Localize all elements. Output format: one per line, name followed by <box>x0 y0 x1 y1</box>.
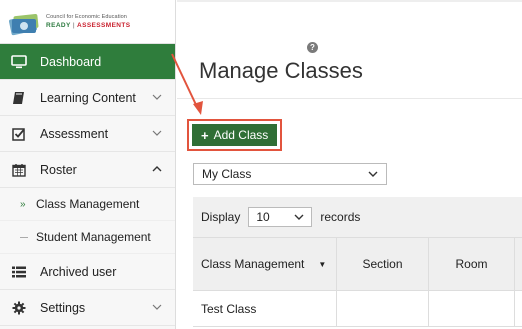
chevron-down-icon[interactable] <box>147 302 167 313</box>
sidebar-item-roster[interactable]: Roster <box>0 152 175 188</box>
page-length-value: 10 <box>256 210 270 224</box>
class-filter-value: My Class <box>202 167 252 181</box>
title-divider <box>177 98 522 99</box>
chevron-up-icon[interactable] <box>147 164 167 175</box>
calendar-icon <box>10 162 28 178</box>
add-class-highlight: + Add Class <box>187 119 283 151</box>
sidebar-item-assessment[interactable]: Assessment <box>0 116 175 152</box>
active-marker-icon: » <box>20 198 26 210</box>
column-header-room[interactable]: Room <box>429 238 515 290</box>
plus-icon: + <box>201 127 209 143</box>
class-filter-select[interactable]: My Class <box>193 163 387 185</box>
checkbox-icon <box>10 126 28 142</box>
table-length-control: Display 10 records <box>193 197 522 237</box>
book-icon <box>10 90 28 106</box>
sidebar-subitem-class-management[interactable]: » Class Management <box>0 188 175 221</box>
sidebar: Council for Economic Education READY | ASS… <box>0 0 176 329</box>
sidebar-item-label: Assessment <box>40 126 109 141</box>
sidebar-item-dashboard[interactable]: Dashboard <box>0 44 175 80</box>
page-length-select[interactable]: 10 <box>248 207 313 227</box>
sidebar-item-archived-user[interactable]: Archived user <box>0 254 175 290</box>
gear-icon <box>10 300 28 316</box>
page-title: Manage Classes <box>199 58 363 83</box>
display-label: Display <box>201 210 241 224</box>
list-icon <box>10 264 28 280</box>
sidebar-item-label: Roster <box>40 162 77 177</box>
add-class-button[interactable]: + Add Class <box>192 124 278 146</box>
sidebar-subitem-label: Student Management <box>36 230 151 244</box>
class-table: Display 10 records Class Management ▼ Se… <box>193 197 522 329</box>
sidebar-item-label: Archived user <box>40 264 117 279</box>
column-header-class-management[interactable]: Class Management ▼ <box>193 238 337 290</box>
cell-room <box>429 291 515 326</box>
sidebar-item-settings[interactable]: Settings <box>0 290 175 326</box>
sidebar-item-label: Dashboard <box>40 54 102 69</box>
cell-class-name: Test Class <box>193 291 337 326</box>
sidebar-item-learning-content[interactable]: Learning Content <box>0 80 175 116</box>
brand-logo[interactable]: Council for Economic Education READY | ASS… <box>0 0 175 44</box>
monitor-icon <box>10 54 28 70</box>
logo-wordmark: READY | ASSESSMENTS <box>46 22 131 29</box>
table-row[interactable]: Test Class <box>193 291 522 327</box>
cell-extra <box>515 291 522 326</box>
sort-desc-icon: ▼ <box>318 259 327 269</box>
add-class-label: Add Class <box>213 128 269 142</box>
sidebar-subitem-label: Class Management <box>36 197 140 211</box>
logo-tagline: Council for Economic Education <box>46 14 127 20</box>
table-header: Class Management ▼ Section Room <box>193 237 522 291</box>
main-content: ? Manage Classes + Add Class My Class Di… <box>177 0 522 329</box>
column-header-section[interactable]: Section <box>337 238 429 290</box>
tree-line-icon <box>20 236 36 238</box>
cell-section <box>337 291 429 326</box>
logo-emblem-icon <box>8 7 42 37</box>
column-header-extra <box>515 238 522 290</box>
chevron-down-icon[interactable] <box>147 92 167 103</box>
sidebar-item-label: Settings <box>40 300 86 315</box>
sidebar-subitem-student-management[interactable]: Student Management <box>0 221 175 254</box>
help-icon[interactable]: ? <box>307 42 318 53</box>
chevron-down-icon[interactable] <box>147 128 167 139</box>
top-divider <box>177 0 522 2</box>
sidebar-item-label: Learning Content <box>40 90 136 105</box>
chevron-down-icon <box>368 169 378 179</box>
chevron-down-icon <box>294 212 304 222</box>
records-label: records <box>320 210 361 224</box>
